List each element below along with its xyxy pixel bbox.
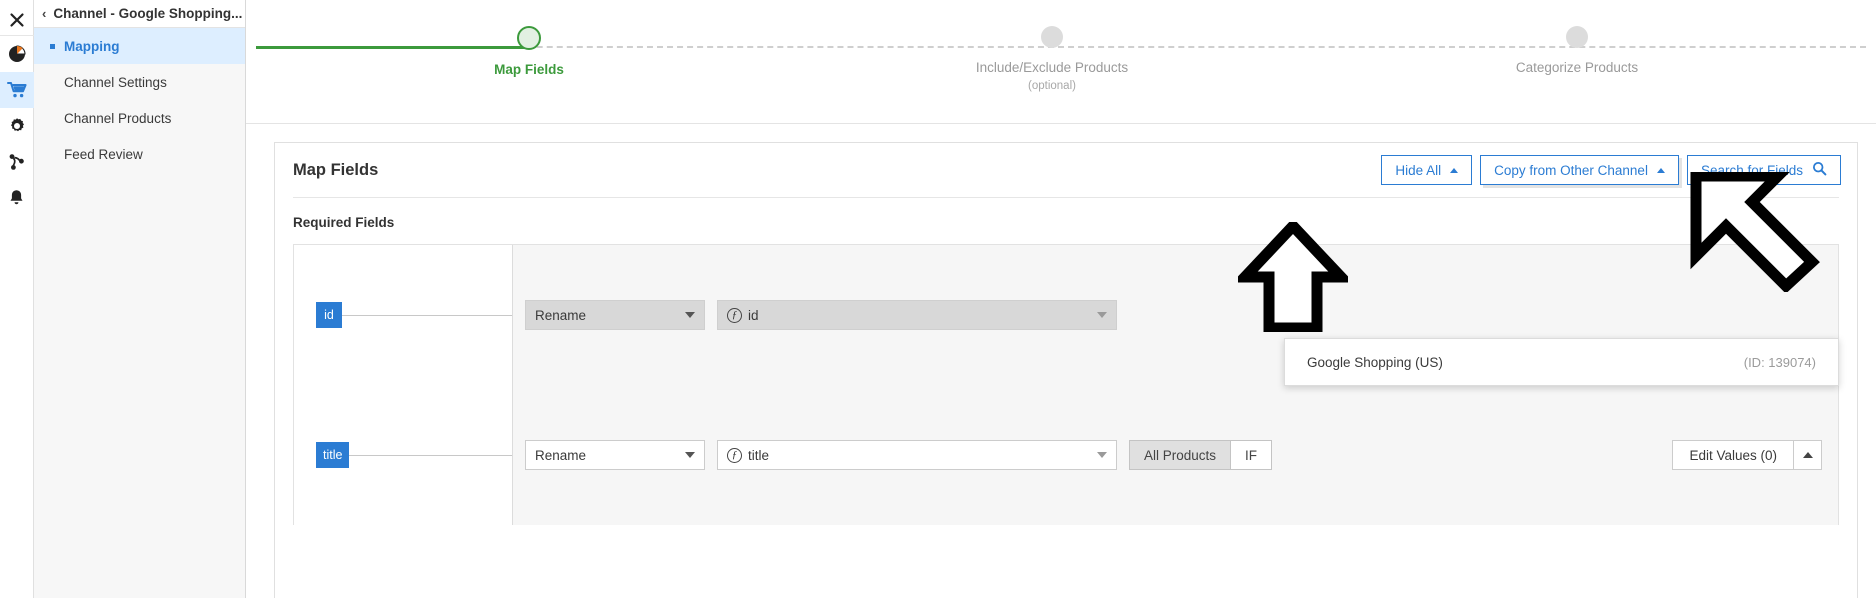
chevron-up-icon — [1450, 168, 1458, 173]
copy-from-other-channel-button[interactable]: Copy from Other Channel — [1480, 155, 1679, 185]
step-sublabel: (optional) — [922, 80, 1182, 92]
condition-if-button[interactable]: IF — [1231, 441, 1271, 469]
row-right-actions: Edit Values (0) — [1672, 440, 1822, 470]
operation-value: Rename — [535, 308, 586, 323]
field-connector-line — [342, 315, 512, 316]
copy-from-other-channel-label: Copy from Other Channel — [1494, 163, 1648, 178]
hide-all-button[interactable]: Hide All — [1381, 155, 1472, 185]
dropdown-item-id: (ID: 139074) — [1744, 355, 1816, 370]
field-select[interactable]: ƒ title — [717, 440, 1117, 470]
wizard-stepper: Map Fields Include/Exclude Products (opt… — [246, 0, 1876, 124]
field-row-right: Rename ƒ title All Products IF — [513, 385, 1838, 525]
dropdown-item-label: Google Shopping (US) — [1307, 355, 1443, 370]
chevron-down-icon — [1097, 312, 1107, 318]
condition-toggle: All Products IF — [1129, 440, 1272, 470]
step-include-exclude-products[interactable]: Include/Exclude Products (optional) — [922, 26, 1182, 92]
field-connector-line — [349, 455, 512, 456]
gear-icon[interactable] — [0, 108, 34, 144]
chevron-down-icon — [1097, 452, 1107, 458]
edit-values-button[interactable]: Edit Values (0) — [1672, 440, 1794, 470]
search-for-fields-button[interactable]: Search for Fields — [1687, 155, 1841, 185]
close-icon[interactable] — [0, 4, 34, 36]
function-icon: ƒ — [727, 308, 742, 323]
function-icon: ƒ — [727, 448, 742, 463]
sidebar-filler — [34, 172, 245, 598]
chevron-up-icon — [1803, 452, 1813, 458]
sidebar-item-mapping[interactable]: Mapping — [34, 28, 245, 64]
sidebar-item-channel-settings[interactable]: Channel Settings — [34, 64, 245, 100]
sidebar: ‹ Channel - Google Shopping... Mapping C… — [34, 0, 246, 598]
section-title-required-fields: Required Fields — [275, 198, 1857, 244]
sidebar-item-label: Feed Review — [64, 147, 143, 162]
sidebar-title: Channel - Google Shopping... — [53, 6, 242, 21]
shopping-cart-icon[interactable] — [0, 72, 34, 108]
operation-select[interactable]: Rename — [525, 300, 705, 330]
sidebar-item-label: Channel Products — [64, 111, 171, 126]
step-dot[interactable] — [517, 26, 541, 50]
sidebar-item-label: Channel Settings — [64, 75, 167, 90]
panel-actions: Hide All Copy from Other Channel Search … — [1381, 155, 1841, 185]
field-row-left: id — [294, 245, 512, 385]
collapse-row-button[interactable] — [1794, 440, 1822, 470]
step-map-fields[interactable]: Map Fields — [399, 26, 659, 82]
bell-icon[interactable] — [0, 180, 34, 216]
icon-rail — [0, 0, 34, 598]
sidebar-item-label: Mapping — [64, 39, 120, 54]
copy-from-other-channel-dropdown: Google Shopping (US) (ID: 139074) — [1284, 338, 1839, 386]
main-content: Map Fields Include/Exclude Products (opt… — [246, 0, 1876, 598]
chevron-down-icon — [685, 452, 695, 458]
step-dot[interactable] — [1566, 26, 1588, 48]
operation-value: Rename — [535, 448, 586, 463]
search-icon — [1812, 161, 1827, 179]
step-label: Include/Exclude Products — [922, 60, 1182, 75]
sidebar-item-channel-products[interactable]: Channel Products — [34, 100, 245, 136]
search-for-fields-label: Search for Fields — [1701, 163, 1803, 178]
field-row-left: title — [294, 385, 512, 525]
operation-select[interactable]: Rename — [525, 440, 705, 470]
share-branch-icon[interactable] — [0, 144, 34, 180]
chevron-up-icon — [1657, 168, 1665, 173]
back-chevron-icon: ‹ — [42, 7, 46, 20]
app-root: ‹ Channel - Google Shopping... Mapping C… — [0, 0, 1876, 598]
chevron-down-icon — [685, 312, 695, 318]
step-label: Map Fields — [399, 62, 659, 77]
pie-chart-icon[interactable] — [0, 36, 34, 72]
field-value: id — [748, 308, 759, 323]
content-area: Map Fields Hide All Copy from Other Chan… — [246, 124, 1876, 598]
field-tag[interactable]: id — [316, 302, 342, 328]
condition-all-products-button[interactable]: All Products — [1130, 441, 1231, 469]
page-title: Map Fields — [293, 161, 378, 180]
hide-all-label: Hide All — [1395, 163, 1441, 178]
sidebar-item-feed-review[interactable]: Feed Review — [34, 136, 245, 172]
sidebar-header-back[interactable]: ‹ Channel - Google Shopping... — [34, 0, 245, 28]
map-fields-panel: Map Fields Hide All Copy from Other Chan… — [274, 142, 1858, 598]
step-label: Categorize Products — [1447, 60, 1707, 75]
table-row: title Rename ƒ title — [294, 385, 1838, 525]
field-tag[interactable]: title — [316, 442, 349, 468]
step-categorize-products[interactable]: Categorize Products — [1447, 26, 1707, 80]
panel-header: Map Fields Hide All Copy from Other Chan… — [275, 143, 1857, 197]
field-select[interactable]: ƒ id — [717, 300, 1117, 330]
step-dot[interactable] — [1041, 26, 1063, 48]
dropdown-item-google-shopping-us[interactable]: Google Shopping (US) (ID: 139074) — [1285, 339, 1838, 385]
field-value: title — [748, 448, 769, 463]
